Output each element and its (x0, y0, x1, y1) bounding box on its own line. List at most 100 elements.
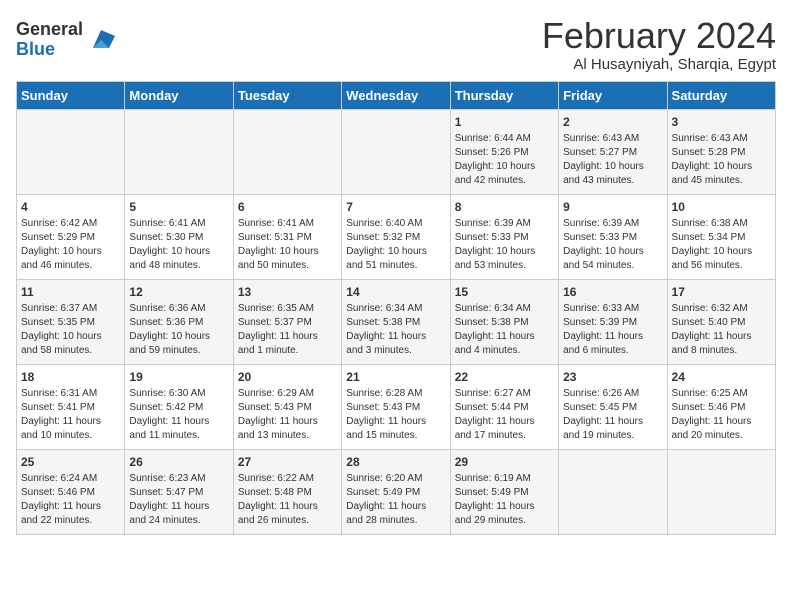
day-number: 13 (238, 284, 337, 301)
day-info: Sunrise: 6:34 AM Sunset: 5:38 PM Dayligh… (455, 302, 554, 358)
day-number: 15 (455, 284, 554, 301)
day-number: 26 (129, 454, 228, 471)
day-cell: 11Sunrise: 6:37 AM Sunset: 5:35 PM Dayli… (17, 279, 125, 364)
day-cell (559, 449, 667, 534)
day-info: Sunrise: 6:20 AM Sunset: 5:49 PM Dayligh… (346, 472, 445, 528)
header-day-wednesday: Wednesday (342, 81, 450, 109)
day-info: Sunrise: 6:34 AM Sunset: 5:38 PM Dayligh… (346, 302, 445, 358)
logo-general-text: General (16, 20, 83, 40)
day-info: Sunrise: 6:43 AM Sunset: 5:28 PM Dayligh… (672, 132, 771, 188)
day-info: Sunrise: 6:38 AM Sunset: 5:34 PM Dayligh… (672, 217, 771, 273)
day-cell: 15Sunrise: 6:34 AM Sunset: 5:38 PM Dayli… (450, 279, 558, 364)
day-info: Sunrise: 6:35 AM Sunset: 5:37 PM Dayligh… (238, 302, 337, 358)
day-number: 22 (455, 369, 554, 386)
week-row-2: 11Sunrise: 6:37 AM Sunset: 5:35 PM Dayli… (17, 279, 776, 364)
day-info: Sunrise: 6:28 AM Sunset: 5:43 PM Dayligh… (346, 387, 445, 443)
day-info: Sunrise: 6:30 AM Sunset: 5:42 PM Dayligh… (129, 387, 228, 443)
day-number: 23 (563, 369, 662, 386)
day-info: Sunrise: 6:22 AM Sunset: 5:48 PM Dayligh… (238, 472, 337, 528)
week-row-0: 1Sunrise: 6:44 AM Sunset: 5:26 PM Daylig… (17, 109, 776, 194)
day-cell: 24Sunrise: 6:25 AM Sunset: 5:46 PM Dayli… (667, 364, 775, 449)
day-number: 10 (672, 199, 771, 216)
month-title: February 2024 (542, 16, 776, 56)
day-number: 28 (346, 454, 445, 471)
logo: General Blue (16, 20, 115, 60)
day-number: 8 (455, 199, 554, 216)
header-day-friday: Friday (559, 81, 667, 109)
day-cell: 20Sunrise: 6:29 AM Sunset: 5:43 PM Dayli… (233, 364, 341, 449)
calendar-table: SundayMondayTuesdayWednesdayThursdayFrid… (16, 81, 776, 535)
day-cell: 14Sunrise: 6:34 AM Sunset: 5:38 PM Dayli… (342, 279, 450, 364)
day-cell: 26Sunrise: 6:23 AM Sunset: 5:47 PM Dayli… (125, 449, 233, 534)
day-cell (125, 109, 233, 194)
day-info: Sunrise: 6:31 AM Sunset: 5:41 PM Dayligh… (21, 387, 120, 443)
day-info: Sunrise: 6:39 AM Sunset: 5:33 PM Dayligh… (455, 217, 554, 273)
day-cell: 12Sunrise: 6:36 AM Sunset: 5:36 PM Dayli… (125, 279, 233, 364)
day-info: Sunrise: 6:39 AM Sunset: 5:33 PM Dayligh… (563, 217, 662, 273)
day-info: Sunrise: 6:27 AM Sunset: 5:44 PM Dayligh… (455, 387, 554, 443)
day-info: Sunrise: 6:19 AM Sunset: 5:49 PM Dayligh… (455, 472, 554, 528)
day-info: Sunrise: 6:24 AM Sunset: 5:46 PM Dayligh… (21, 472, 120, 528)
day-cell: 29Sunrise: 6:19 AM Sunset: 5:49 PM Dayli… (450, 449, 558, 534)
day-number: 14 (346, 284, 445, 301)
week-row-3: 18Sunrise: 6:31 AM Sunset: 5:41 PM Dayli… (17, 364, 776, 449)
day-info: Sunrise: 6:41 AM Sunset: 5:31 PM Dayligh… (238, 217, 337, 273)
day-cell (17, 109, 125, 194)
day-number: 21 (346, 369, 445, 386)
day-cell: 21Sunrise: 6:28 AM Sunset: 5:43 PM Dayli… (342, 364, 450, 449)
day-info: Sunrise: 6:42 AM Sunset: 5:29 PM Dayligh… (21, 217, 120, 273)
day-number: 24 (672, 369, 771, 386)
day-number: 25 (21, 454, 120, 471)
day-number: 1 (455, 114, 554, 131)
day-cell: 27Sunrise: 6:22 AM Sunset: 5:48 PM Dayli… (233, 449, 341, 534)
day-cell: 4Sunrise: 6:42 AM Sunset: 5:29 PM Daylig… (17, 194, 125, 279)
location-title: Al Husayniyah, Sharqia, Egypt (542, 56, 776, 73)
day-cell: 19Sunrise: 6:30 AM Sunset: 5:42 PM Dayli… (125, 364, 233, 449)
day-cell: 1Sunrise: 6:44 AM Sunset: 5:26 PM Daylig… (450, 109, 558, 194)
header-day-monday: Monday (125, 81, 233, 109)
day-number: 16 (563, 284, 662, 301)
day-cell: 17Sunrise: 6:32 AM Sunset: 5:40 PM Dayli… (667, 279, 775, 364)
day-number: 17 (672, 284, 771, 301)
day-info: Sunrise: 6:25 AM Sunset: 5:46 PM Dayligh… (672, 387, 771, 443)
day-number: 12 (129, 284, 228, 301)
day-cell: 22Sunrise: 6:27 AM Sunset: 5:44 PM Dayli… (450, 364, 558, 449)
day-number: 9 (563, 199, 662, 216)
day-cell: 13Sunrise: 6:35 AM Sunset: 5:37 PM Dayli… (233, 279, 341, 364)
header-row: SundayMondayTuesdayWednesdayThursdayFrid… (17, 81, 776, 109)
day-info: Sunrise: 6:37 AM Sunset: 5:35 PM Dayligh… (21, 302, 120, 358)
day-cell: 9Sunrise: 6:39 AM Sunset: 5:33 PM Daylig… (559, 194, 667, 279)
day-info: Sunrise: 6:26 AM Sunset: 5:45 PM Dayligh… (563, 387, 662, 443)
day-cell: 7Sunrise: 6:40 AM Sunset: 5:32 PM Daylig… (342, 194, 450, 279)
day-info: Sunrise: 6:23 AM Sunset: 5:47 PM Dayligh… (129, 472, 228, 528)
day-info: Sunrise: 6:40 AM Sunset: 5:32 PM Dayligh… (346, 217, 445, 273)
day-number: 3 (672, 114, 771, 131)
day-number: 6 (238, 199, 337, 216)
day-number: 20 (238, 369, 337, 386)
header-day-saturday: Saturday (667, 81, 775, 109)
header-day-thursday: Thursday (450, 81, 558, 109)
day-info: Sunrise: 6:29 AM Sunset: 5:43 PM Dayligh… (238, 387, 337, 443)
day-cell: 8Sunrise: 6:39 AM Sunset: 5:33 PM Daylig… (450, 194, 558, 279)
logo-icon (87, 26, 115, 54)
day-number: 7 (346, 199, 445, 216)
header: General Blue February 2024 Al Husayniyah… (16, 16, 776, 73)
day-cell: 10Sunrise: 6:38 AM Sunset: 5:34 PM Dayli… (667, 194, 775, 279)
day-cell: 23Sunrise: 6:26 AM Sunset: 5:45 PM Dayli… (559, 364, 667, 449)
day-cell: 5Sunrise: 6:41 AM Sunset: 5:30 PM Daylig… (125, 194, 233, 279)
day-cell: 6Sunrise: 6:41 AM Sunset: 5:31 PM Daylig… (233, 194, 341, 279)
day-cell (667, 449, 775, 534)
day-info: Sunrise: 6:36 AM Sunset: 5:36 PM Dayligh… (129, 302, 228, 358)
day-cell: 28Sunrise: 6:20 AM Sunset: 5:49 PM Dayli… (342, 449, 450, 534)
day-info: Sunrise: 6:41 AM Sunset: 5:30 PM Dayligh… (129, 217, 228, 273)
day-info: Sunrise: 6:32 AM Sunset: 5:40 PM Dayligh… (672, 302, 771, 358)
day-number: 11 (21, 284, 120, 301)
day-info: Sunrise: 6:44 AM Sunset: 5:26 PM Dayligh… (455, 132, 554, 188)
day-number: 19 (129, 369, 228, 386)
day-cell (233, 109, 341, 194)
day-number: 4 (21, 199, 120, 216)
day-cell: 25Sunrise: 6:24 AM Sunset: 5:46 PM Dayli… (17, 449, 125, 534)
logo-blue-text: Blue (16, 40, 83, 60)
title-area: February 2024 Al Husayniyah, Sharqia, Eg… (542, 16, 776, 73)
day-number: 2 (563, 114, 662, 131)
